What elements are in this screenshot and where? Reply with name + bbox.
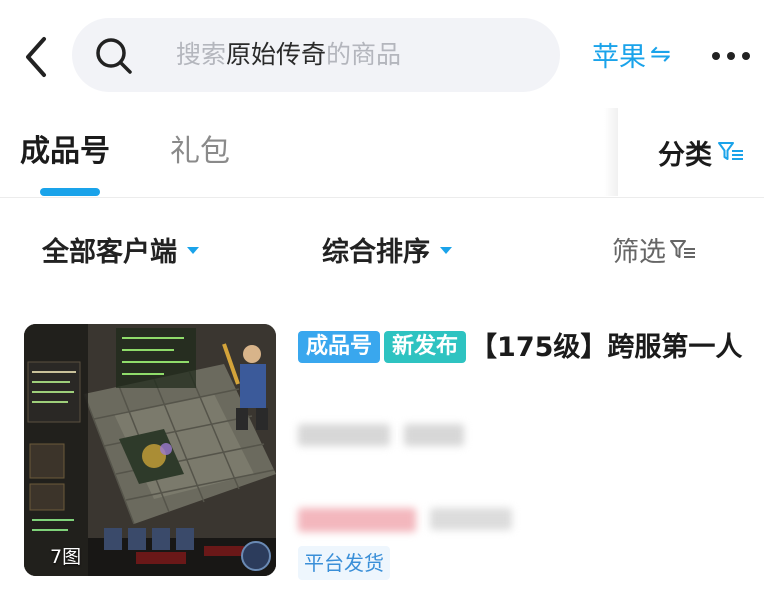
tag-goods-badge: 成品号 — [298, 331, 381, 363]
back-button[interactable] — [14, 30, 58, 84]
platform-label: 苹果 — [592, 41, 646, 73]
search-input[interactable]: 搜索原始传奇的商品 — [72, 18, 560, 92]
game-screenshot-image — [24, 324, 276, 576]
filter-funnel-icon — [718, 142, 743, 160]
active-tab-indicator — [40, 188, 100, 196]
product-title-text: 【175级】跨服第一人 — [470, 332, 743, 363]
caret-down-icon — [440, 247, 452, 254]
client-filter-label: 全部客户端 — [42, 237, 177, 268]
blurred-info-block — [430, 508, 512, 530]
blurred-info-block — [298, 424, 390, 446]
image-count-label: 7图 — [50, 546, 82, 568]
tag-new-badge: 新发布 — [384, 331, 467, 363]
tab-gift-pack[interactable]: 礼包 — [170, 132, 230, 172]
more-options-button[interactable] — [706, 34, 756, 78]
category-label: 分类 — [658, 139, 712, 171]
more-dot-icon — [742, 52, 750, 60]
sort-dropdown[interactable]: 综合排序 — [322, 230, 452, 269]
tab-divider-shadow — [604, 108, 618, 196]
search-placeholder: 搜索原始传奇的商品 — [176, 40, 401, 70]
search-keyword: 原始传奇 — [226, 40, 327, 69]
search-suffix: 的商品 — [326, 40, 402, 69]
delivery-badge: 平台发货 — [298, 546, 390, 580]
product-title: 成品号 新发布 【175级】跨服第一人 — [298, 328, 750, 368]
product-thumbnail[interactable] — [24, 324, 276, 576]
screen-filter-label: 筛选 — [612, 237, 666, 268]
search-prefix: 搜索 — [176, 40, 227, 69]
tab-bar: 成品号 礼包 分类 — [0, 108, 764, 198]
tab-goods-account[interactable]: 成品号 — [20, 132, 110, 172]
sort-label: 综合排序 — [322, 237, 430, 268]
platform-switch-button[interactable]: 苹果 ⇋ — [592, 32, 671, 76]
search-icon — [96, 38, 132, 74]
blurred-info-block — [404, 424, 464, 446]
category-button[interactable]: 分类 — [618, 108, 764, 196]
client-filter-dropdown[interactable]: 全部客户端 — [42, 230, 199, 269]
filter-bar: 全部客户端 综合排序 筛选 — [0, 198, 764, 298]
more-dot-icon — [712, 52, 720, 60]
swap-arrows-icon: ⇋ — [650, 39, 671, 68]
filter-funnel-icon — [670, 239, 695, 258]
back-arrow-icon — [26, 37, 46, 77]
caret-down-icon — [187, 247, 199, 254]
more-dot-icon — [727, 52, 735, 60]
top-bar: 搜索原始传奇的商品 苹果 ⇋ — [0, 0, 764, 108]
screen-filter-button[interactable]: 筛选 — [612, 230, 696, 269]
product-card[interactable]: 7图 成品号 新发布 【175级】跨服第一人 平台发货 — [0, 310, 764, 596]
blurred-price — [298, 508, 416, 532]
